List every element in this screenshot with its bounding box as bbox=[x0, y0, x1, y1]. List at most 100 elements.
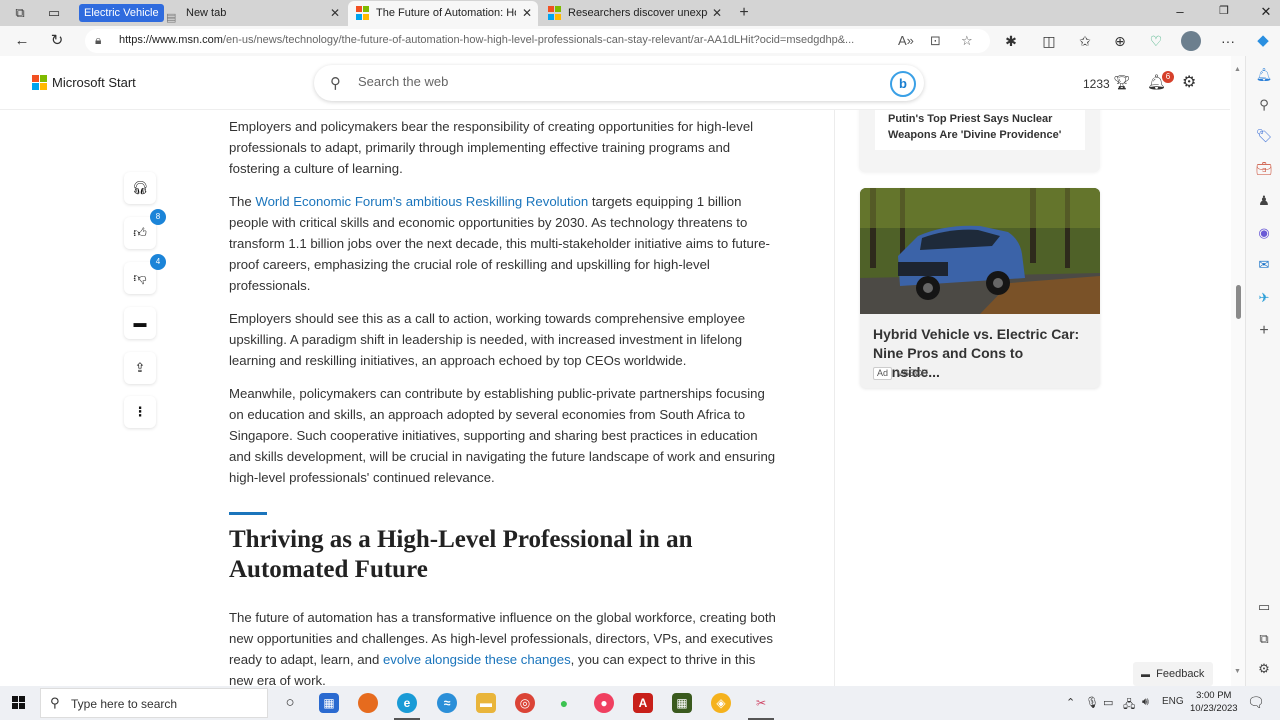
edge-icon[interactable]: e bbox=[397, 693, 417, 713]
bing-chat-icon[interactable]: b bbox=[890, 71, 916, 97]
clock-date: 10/23/2023 bbox=[1190, 703, 1238, 714]
back-arrow-icon[interactable]: ← bbox=[12, 31, 32, 51]
ad-card[interactable]: Hybrid Vehicle vs. Electric Car: Nine Pr… bbox=[860, 188, 1100, 388]
lock-icon[interactable]: 🔒︎ bbox=[95, 33, 101, 48]
notification-badge: 6 bbox=[1162, 71, 1174, 83]
shopping-tag-icon[interactable]: 🏷︎ bbox=[1255, 127, 1273, 145]
taskbar-search-box[interactable]: ⚲ bbox=[40, 688, 268, 718]
refresh-icon[interactable]: ↻ bbox=[47, 31, 67, 51]
microphone-icon[interactable]: 🎙︎ bbox=[1085, 696, 1099, 709]
ad-label: Ad bbox=[873, 367, 893, 380]
favorites-icon[interactable]: ✩ bbox=[1075, 32, 1095, 50]
split-screen-icon[interactable]: ◫ bbox=[1039, 32, 1059, 50]
scrollbar-thumb[interactable] bbox=[1236, 285, 1241, 319]
acrobat-icon[interactable]: A bbox=[633, 693, 653, 713]
msn-header: Microsoft Start ⚲ b 1233 🏆︎ 🔔︎ 6 ⚙ bbox=[0, 56, 1230, 110]
page-scrollbar[interactable]: ▲ ▼ bbox=[1231, 56, 1245, 686]
system-clock[interactable]: 3:00 PM 10/23/2023 bbox=[1190, 689, 1238, 715]
screen-recorder-icon[interactable]: ● bbox=[594, 693, 614, 713]
file-explorer-icon[interactable]: ▬ bbox=[476, 693, 496, 713]
news-card-title[interactable]: Putin's Top Priest Says Nuclear Weapons … bbox=[888, 111, 1085, 143]
copilot-icon[interactable]: ◆ bbox=[1253, 32, 1273, 50]
article-paragraph: Employers should see this as a call to a… bbox=[229, 311, 746, 368]
open-in-window-icon[interactable]: ⧉ bbox=[1255, 630, 1273, 648]
notifications-icon[interactable]: 🔔︎ bbox=[1255, 66, 1273, 84]
restore-button[interactable]: ❐ bbox=[1214, 4, 1234, 17]
rewards-points[interactable]: 1233 bbox=[1083, 77, 1110, 91]
search-icon: ⚲ bbox=[330, 75, 341, 92]
feedback-icon: ▬ bbox=[1141, 669, 1150, 679]
scroll-down-arrow-icon[interactable]: ▼ bbox=[1234, 668, 1241, 675]
url-text[interactable]: https://www.msn.com/en-us/news/technolog… bbox=[119, 34, 854, 46]
games-icon[interactable]: ♟ bbox=[1255, 192, 1273, 210]
profile-avatar[interactable] bbox=[1181, 31, 1201, 51]
volume-icon[interactable]: 🔊︎ bbox=[1142, 696, 1149, 709]
microsoft-logo-icon bbox=[548, 6, 562, 20]
rewards-trophy-icon[interactable]: 🏆︎ bbox=[1113, 74, 1131, 91]
close-window-button[interactable]: ✕ bbox=[1256, 4, 1276, 20]
tab-researchers-discover[interactable]: Researchers discover unexpected ✕ bbox=[540, 1, 730, 26]
network-icon[interactable]: 🖧︎ bbox=[1123, 696, 1135, 715]
outlook-icon[interactable]: ✉ bbox=[1255, 256, 1273, 274]
tab-actions-icon[interactable]: ▭ bbox=[46, 5, 62, 21]
feedback-label: Feedback bbox=[1156, 668, 1205, 680]
vpn-shield-icon[interactable]: ◈ bbox=[711, 693, 731, 713]
web-search-box[interactable]: ⚲ bbox=[314, 65, 924, 101]
browser-essentials-icon[interactable]: ♡ bbox=[1146, 32, 1166, 50]
snipping-tool-icon[interactable]: ✂ bbox=[751, 693, 771, 713]
action-center-icon[interactable]: 🗨︎ bbox=[1247, 694, 1265, 711]
minimize-button[interactable]: – bbox=[1170, 4, 1190, 19]
cortana-chat-icon[interactable]: ○ bbox=[280, 693, 300, 713]
scroll-up-arrow-icon[interactable]: ▲ bbox=[1234, 66, 1241, 73]
show-hidden-icons-chevron[interactable]: ⌃ bbox=[1066, 696, 1075, 709]
taskbar-search-input[interactable] bbox=[71, 697, 261, 711]
collections-icon[interactable]: ⊕ bbox=[1110, 32, 1130, 50]
drop-send-icon[interactable]: ✈ bbox=[1255, 289, 1273, 307]
more-options-icon[interactable]: ··· bbox=[1218, 32, 1238, 50]
evolve-alongside-link[interactable]: evolve alongside these changes bbox=[383, 652, 571, 667]
like-count-badge: 8 bbox=[150, 209, 166, 225]
search-input[interactable] bbox=[358, 74, 858, 89]
chrome-icon[interactable]: ◎ bbox=[515, 693, 535, 713]
wechat-icon[interactable]: ● bbox=[554, 693, 574, 713]
sidebar-settings-icon[interactable]: ⚙ bbox=[1255, 660, 1273, 678]
battery-icon[interactable]: ▭ bbox=[1103, 696, 1113, 709]
article-body: Employers and policymakers bear the resp… bbox=[229, 116, 777, 686]
add-sidebar-app-icon[interactable]: + bbox=[1255, 322, 1273, 340]
tools-briefcase-icon[interactable]: 💼︎ bbox=[1255, 160, 1273, 178]
microsoft-store-icon[interactable]: ▦ bbox=[319, 693, 339, 713]
app-icon[interactable]: ≈ bbox=[437, 693, 457, 713]
hide-sidebar-icon[interactable]: ▭ bbox=[1255, 598, 1273, 616]
brand-name[interactable]: Microsoft Start bbox=[52, 75, 136, 90]
tab-new-tab[interactable]: ▤ New tab ✕ bbox=[158, 1, 346, 26]
settings-gear-icon[interactable]: ⚙ bbox=[1182, 72, 1196, 92]
more-actions-button[interactable]: ⋮ bbox=[124, 396, 156, 428]
microsoft-logo-icon[interactable] bbox=[32, 75, 47, 90]
close-tab-icon[interactable]: ✕ bbox=[522, 1, 532, 25]
close-tab-icon[interactable]: ✕ bbox=[712, 1, 722, 25]
address-bar[interactable]: 🔒︎ https://www.msn.com/en-us/news/techno… bbox=[85, 29, 990, 53]
game-app-icon[interactable]: ▦ bbox=[672, 693, 692, 713]
language-indicator[interactable]: ENG bbox=[1162, 696, 1184, 707]
favorite-star-icon[interactable]: ☆ bbox=[961, 33, 973, 49]
close-tab-icon[interactable]: ✕ bbox=[330, 1, 340, 25]
tab-future-of-automation[interactable]: The Future of Automation: How High-Level… bbox=[348, 1, 538, 26]
feedback-button[interactable]: ▬ Feedback bbox=[1133, 662, 1213, 686]
extensions-icon[interactable]: ✱ bbox=[1001, 32, 1021, 50]
firefox-icon[interactable] bbox=[358, 693, 378, 713]
search-sidebar-icon[interactable]: ⚲ bbox=[1255, 96, 1273, 114]
listen-headphones-button[interactable]: 🎧︎ bbox=[124, 172, 156, 204]
edge-sidebar: 🔔︎ ⚲ 🏷︎ 💼︎ ♟ ◉ ✉ ✈ + ▭ ⧉ ⚙ bbox=[1245, 56, 1280, 686]
article-paragraph: The World Economic Forum's ambitious Res… bbox=[229, 194, 770, 293]
windows-start-icon[interactable] bbox=[12, 696, 25, 709]
tab-group-label[interactable]: Electric Vehicle bbox=[79, 4, 164, 22]
comment-button[interactable]: ▬ bbox=[124, 307, 156, 339]
ad-car-image[interactable] bbox=[860, 188, 1100, 314]
share-button[interactable]: ⇪ bbox=[124, 352, 156, 384]
new-tab-button[interactable]: + bbox=[736, 5, 752, 21]
reskilling-revolution-link[interactable]: World Economic Forum's ambitious Reskill… bbox=[255, 194, 588, 209]
immersive-reader-icon[interactable]: ⊡ bbox=[930, 33, 941, 49]
workspaces-icon[interactable]: ⧉ bbox=[12, 5, 28, 21]
read-aloud-icon[interactable]: A» bbox=[898, 33, 914, 48]
microsoft-365-icon[interactable]: ◉ bbox=[1255, 224, 1273, 242]
